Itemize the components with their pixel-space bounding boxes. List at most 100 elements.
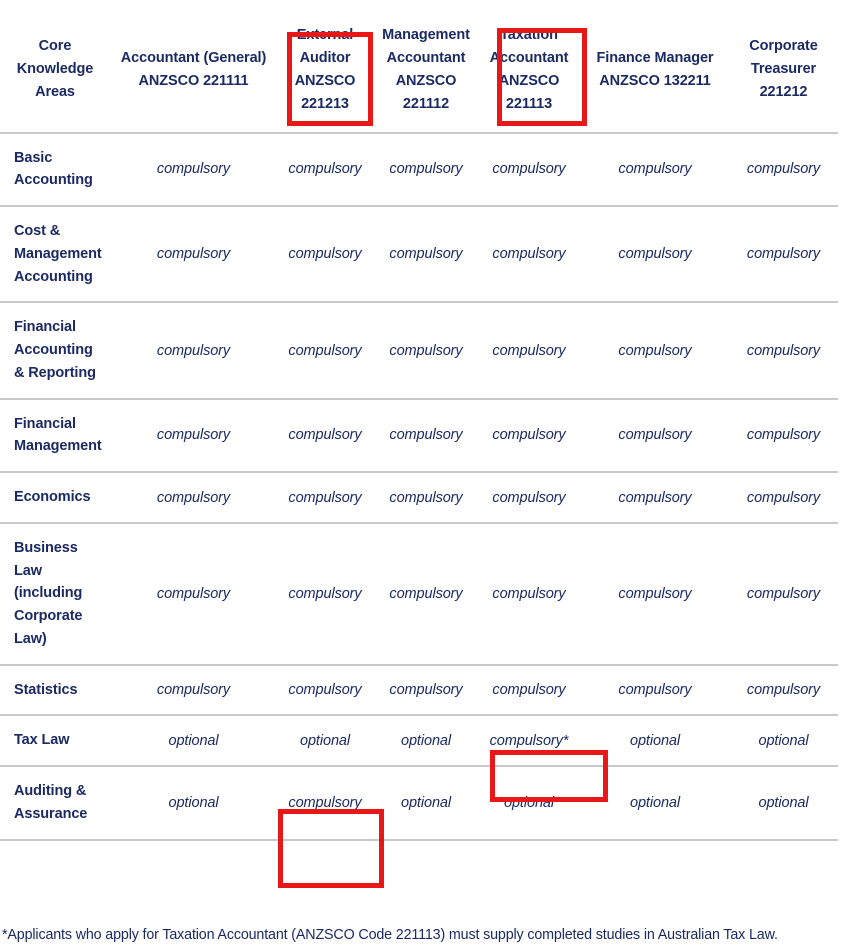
requirement-cell: compulsory [581, 664, 729, 717]
row-header-line: Management [14, 245, 102, 262]
requirement-cell: compulsory [477, 398, 581, 474]
requirement-cell: compulsory [477, 206, 581, 304]
requirement-cell: compulsory [729, 472, 838, 524]
requirement-cell: compulsory [729, 206, 838, 304]
requirement-cell: compulsory [729, 522, 838, 666]
header-line: ANZSCO [395, 72, 457, 89]
requirement-cell: compulsory [275, 206, 375, 304]
requirement-cell: compulsory [112, 206, 275, 304]
header-line: Core [38, 38, 72, 55]
row-header-line: Business [14, 539, 78, 556]
table-row: Auditing & Assurance optional compulsory opt… [0, 766, 838, 841]
table-row: Tax Law optional optional optional compulsor… [0, 715, 838, 768]
requirement-cell: compulsory [112, 398, 275, 474]
requirement-cell: compulsory [477, 302, 581, 400]
requirement-cell: compulsory [477, 132, 581, 208]
requirement-cell: compulsory [729, 302, 838, 400]
table-row: Business Law (including Corporate Law) compul… [0, 522, 838, 666]
row-header-line: Auditing & [14, 783, 87, 800]
requirement-cell: compulsory [112, 472, 275, 524]
requirement-cell: compulsory [375, 132, 477, 208]
column-header-core-knowledge-areas: Core Knowledge Areas [0, 18, 112, 134]
requirement-cell: compulsory [112, 664, 275, 717]
table-row: Economics compulsory compulsory compulsory c… [0, 472, 838, 524]
header-line: Management [382, 27, 470, 43]
header-line: ANZSCO 132211 [599, 72, 711, 89]
header-line: 221212 [759, 84, 808, 101]
requirement-cell: optional [581, 766, 729, 841]
requirement-cell: compulsory [275, 472, 375, 524]
table-row: Cost & Management Accounting compulsory comp… [0, 206, 838, 304]
header-row: Core Knowledge Areas Accountant (General… [0, 18, 838, 134]
row-header-core-knowledge-area: Economics [0, 472, 112, 524]
requirement-cell: compulsory* [477, 715, 581, 768]
column-header-taxation-accountant: Taxation Accountant ANZSCO 221113 [477, 18, 581, 134]
requirement-cell: optional [112, 715, 275, 768]
requirement-cell: compulsory [275, 398, 375, 474]
requirement-cell: optional [477, 766, 581, 841]
requirement-cell: compulsory [581, 398, 729, 474]
row-header-line: Tax Law [14, 732, 70, 749]
table-row: Financial Management compulsory compulsory c… [0, 398, 838, 474]
row-header-core-knowledge-area: Tax Law [0, 715, 112, 768]
row-header-core-knowledge-area: Statistics [0, 664, 112, 717]
row-header-line: Statistics [14, 681, 78, 698]
header-line: ANZSCO [498, 72, 560, 89]
requirement-cell: compulsory [112, 132, 275, 208]
requirement-cell: compulsory [275, 522, 375, 666]
column-header-finance-manager: Finance Manager ANZSCO 132211 [581, 18, 729, 134]
row-header-line: Law [14, 562, 42, 579]
requirement-cell: compulsory [581, 132, 729, 208]
requirement-cell: compulsory [729, 664, 838, 717]
header-line: Finance Manager [596, 49, 714, 66]
requirement-cell: compulsory [112, 302, 275, 400]
header-line: ANZSCO 221111 [138, 72, 249, 89]
core-knowledge-areas-table: Core Knowledge Areas Accountant (General… [0, 18, 838, 841]
requirement-cell: compulsory [477, 664, 581, 717]
requirement-cell: compulsory [375, 472, 477, 524]
requirement-cell: compulsory [477, 472, 581, 524]
footnote-text: *Applicants who apply for Taxation Accou… [2, 927, 778, 943]
requirement-cell: compulsory [477, 522, 581, 666]
header-line: External [296, 27, 354, 43]
row-header-core-knowledge-area: Auditing & Assurance [0, 766, 112, 841]
row-header-line: Corporate [14, 608, 83, 625]
header-line: Accountant [386, 49, 466, 66]
requirement-cell: compulsory [375, 302, 477, 400]
row-header-line: Financial [14, 415, 76, 432]
row-header-line: Economics [14, 489, 91, 506]
column-header-management-accountant: Management Accountant ANZSCO 221112 [375, 18, 477, 134]
table-body: Basic Accounting compulsory compulsory compu… [0, 132, 838, 841]
row-header-line: Accounting [14, 172, 93, 189]
header-line: Areas [35, 84, 75, 101]
row-header-core-knowledge-area: Basic Accounting [0, 132, 112, 208]
header-line: Treasurer [750, 61, 817, 78]
row-header-line: Financial [14, 319, 76, 336]
row-header-line: Management [14, 438, 102, 455]
requirement-cell: compulsory [581, 206, 729, 304]
qualification-requirements-sheet: Core Knowledge Areas Accountant (General… [0, 0, 865, 952]
row-header-line: Cost & [14, 223, 61, 240]
column-header-corporate-treasurer: Corporate Treasurer 221212 [729, 18, 838, 134]
header-line: Auditor [299, 49, 351, 66]
row-header-line: (including [14, 585, 83, 602]
requirement-cell: compulsory [581, 522, 729, 666]
requirement-cell: optional [581, 715, 729, 768]
requirement-cell: compulsory [375, 664, 477, 717]
requirement-cell: compulsory [275, 664, 375, 717]
requirement-cell: compulsory [275, 132, 375, 208]
row-header-line: Accounting [14, 342, 93, 359]
row-header-core-knowledge-area: Financial Accounting & Reporting [0, 302, 112, 400]
requirement-cell: optional [375, 715, 477, 768]
table-header: Core Knowledge Areas Accountant (General… [0, 18, 838, 134]
requirement-cell: compulsory [112, 522, 275, 666]
requirement-cell: compulsory [581, 472, 729, 524]
requirement-cell: optional [729, 715, 838, 768]
row-header-core-knowledge-area: Cost & Management Accounting [0, 206, 112, 304]
table-row: Basic Accounting compulsory compulsory compu… [0, 132, 838, 208]
requirement-cell: optional [375, 766, 477, 841]
header-line: Accountant [489, 49, 569, 66]
header-line: Corporate [749, 38, 818, 55]
requirement-cell: compulsory [375, 522, 477, 666]
row-header-line: Accounting [14, 268, 93, 285]
